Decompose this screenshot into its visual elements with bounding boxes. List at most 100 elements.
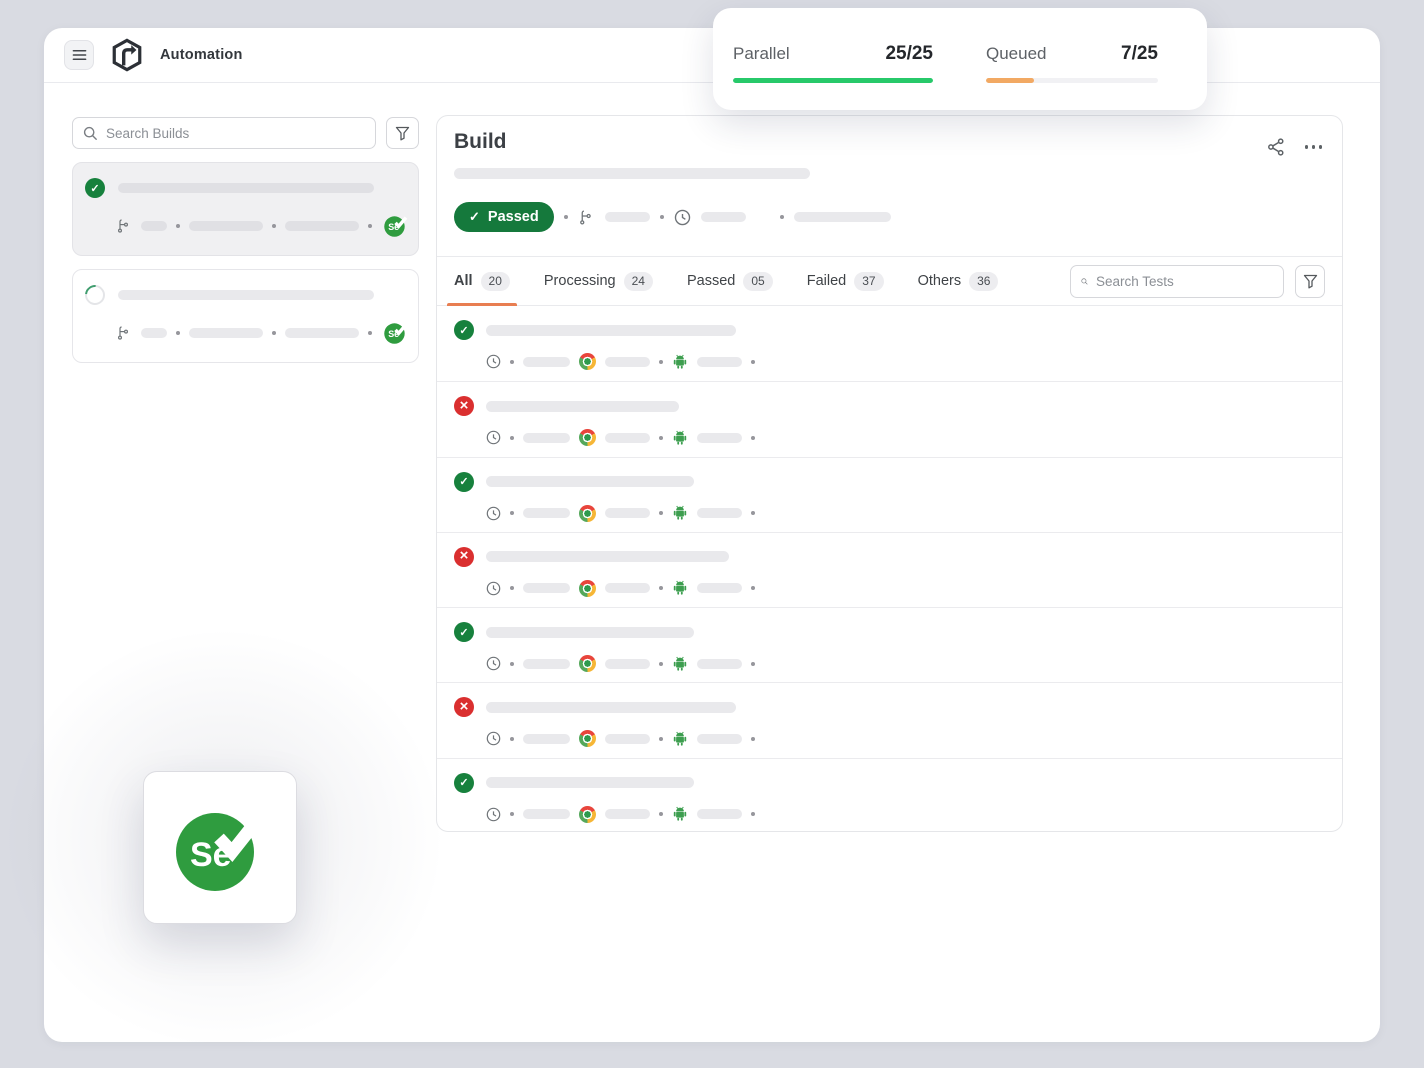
tab-count-badge: 05 — [743, 271, 773, 291]
test-meta-skeleton — [605, 658, 650, 669]
tab-processing[interactable]: Processing 24 — [544, 257, 653, 305]
test-meta-skeleton — [697, 356, 742, 367]
builds-sidebar: Search Builds ✓ Se Se — [72, 117, 419, 376]
search-builds-input[interactable] — [106, 125, 365, 141]
test-meta-skeleton — [523, 809, 570, 820]
chrome-browser-icon — [579, 579, 596, 597]
test-title-skeleton — [486, 476, 694, 488]
separator-dot — [751, 359, 755, 364]
meta-skeleton — [700, 212, 746, 222]
separator-dot — [751, 511, 755, 516]
chrome-browser-icon — [579, 429, 596, 447]
queued-usage: Queued 7/25 — [986, 43, 1158, 110]
queued-value: 7/25 — [1121, 43, 1158, 64]
parallel-label: Parallel — [733, 44, 790, 63]
test-meta-skeleton — [523, 432, 570, 443]
separator-dot — [751, 586, 755, 591]
tab-label: Passed — [686, 273, 736, 289]
tab-count-badge: 20 — [480, 271, 510, 291]
build-meta-skeleton — [285, 328, 359, 338]
parallel-value: 25/25 — [885, 43, 933, 64]
tab-count-badge: 36 — [969, 271, 999, 291]
git-branch-icon — [117, 219, 129, 233]
hamburger-icon — [72, 50, 86, 60]
svg-text:Se: Se — [388, 329, 399, 339]
build-card[interactable]: Se — [72, 162, 419, 256]
separator-dot — [510, 812, 514, 817]
tab-count-badge: 24 — [623, 271, 653, 291]
git-branch-icon — [579, 209, 591, 225]
queued-label: Queued — [986, 44, 1047, 63]
concurrency-usage-card: Parallel 25/25 Queued 7/25 — [713, 8, 1207, 110]
separator-dot — [176, 224, 180, 228]
build-subtitle-skeleton — [454, 168, 810, 179]
tab-others[interactable]: Others 36 — [918, 257, 999, 305]
clock-icon — [486, 354, 501, 369]
clock-icon — [486, 581, 501, 596]
build-meta-skeleton — [141, 221, 167, 231]
check-icon: ✓ — [469, 209, 480, 224]
test-row[interactable] — [437, 531, 1342, 607]
test-meta-skeleton — [697, 809, 742, 820]
tab-all[interactable]: All 20 — [447, 257, 517, 306]
tab-count-badge: 37 — [854, 271, 884, 291]
tab-passed[interactable]: Passed 05 — [687, 257, 773, 305]
tests-filter-button[interactable] — [1295, 264, 1325, 298]
separator-dot — [368, 224, 372, 228]
test-row[interactable] — [437, 682, 1342, 757]
tab-label: Failed — [806, 273, 847, 289]
meta-skeleton — [793, 212, 891, 222]
separator-dot — [176, 331, 180, 335]
test-row[interactable] — [437, 757, 1342, 833]
queued-progress-fill — [986, 78, 1035, 83]
tab-label: All — [454, 273, 473, 289]
search-tests-input[interactable] — [1096, 273, 1273, 289]
parallel-progress-bar — [733, 78, 933, 83]
chrome-browser-icon — [579, 730, 596, 748]
git-branch-icon — [117, 326, 129, 340]
test-row[interactable] — [437, 456, 1342, 532]
test-status-icon — [454, 622, 474, 643]
test-row[interactable] — [437, 306, 1342, 381]
queued-progress-bar — [986, 78, 1158, 83]
selenium-framework-card: Se — [143, 771, 297, 924]
test-meta-skeleton — [697, 658, 742, 669]
separator-dot — [272, 224, 276, 228]
separator-dot — [659, 812, 663, 817]
build-card[interactable]: Se — [72, 269, 419, 363]
tests-list — [437, 306, 1342, 833]
separator-dot — [751, 736, 755, 741]
separator-dot — [510, 586, 514, 591]
parallel-usage: Parallel 25/25 — [733, 43, 933, 110]
separator-dot — [368, 331, 372, 335]
test-status-icon — [454, 396, 474, 417]
meta-skeleton — [604, 212, 650, 222]
app-window: Automation Search Builds ✓ Se Se Build ✓… — [4, 28, 1380, 1048]
more-options-icon[interactable] — [1304, 141, 1322, 153]
separator-dot — [659, 736, 663, 741]
separator-dot — [659, 435, 663, 440]
test-title-skeleton — [486, 551, 729, 563]
separator-dot — [563, 215, 568, 219]
status-badge-label: Passed — [487, 209, 539, 225]
chrome-browser-icon — [579, 805, 596, 823]
hamburger-menu-button[interactable] — [64, 40, 94, 70]
builds-filter-button[interactable] — [386, 117, 419, 149]
android-os-icon — [673, 354, 687, 369]
search-icon — [1081, 277, 1088, 284]
separator-dot — [272, 331, 276, 335]
search-builds-box — [72, 117, 376, 149]
test-meta-skeleton — [605, 508, 650, 519]
build-title-skeleton — [118, 183, 374, 193]
separator-dot — [751, 812, 755, 817]
share-icon[interactable] — [1267, 138, 1285, 156]
lambdatest-logo-icon — [112, 38, 142, 72]
status-badge: ✓ Passed — [454, 202, 554, 232]
tab-failed[interactable]: Failed 37 — [807, 257, 884, 305]
build-meta-skeleton — [189, 328, 263, 338]
separator-dot — [510, 511, 514, 516]
test-row[interactable] — [437, 381, 1342, 456]
test-row[interactable] — [437, 607, 1342, 682]
separator-dot — [779, 215, 784, 219]
clock-icon — [486, 732, 501, 746]
